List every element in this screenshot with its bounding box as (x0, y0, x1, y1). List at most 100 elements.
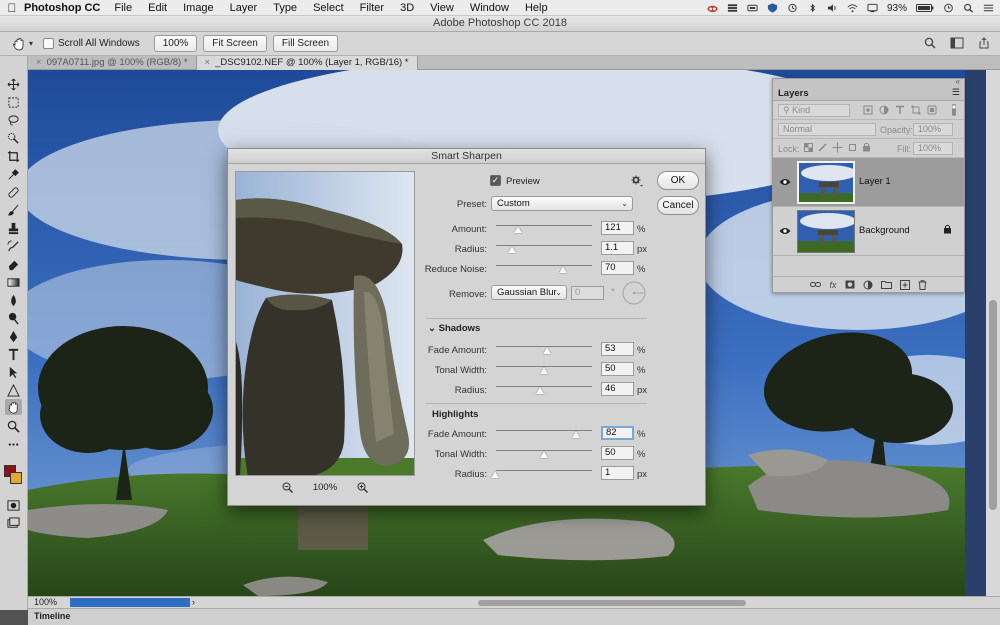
highlights-fade-input[interactable]: 82 (601, 426, 634, 440)
close-tab-icon[interactable]: × (36, 57, 42, 68)
gradient-tool-icon[interactable] (5, 274, 22, 290)
lock-artboard-icon[interactable] (848, 143, 857, 152)
reduce-noise-input[interactable]: 70 (601, 261, 634, 275)
menu-select[interactable]: Select (313, 2, 344, 14)
link-layers-icon[interactable] (810, 280, 822, 289)
blur-tool-icon[interactable] (5, 292, 22, 308)
shadows-section-toggle[interactable]: ⌄ Shadows (428, 323, 480, 334)
panel-menu-icon[interactable]: ☰ (952, 87, 960, 98)
angle-dial-icon[interactable] (622, 281, 646, 305)
app-menu[interactable]: Photoshop CC (24, 2, 100, 14)
marquee-tool-icon[interactable] (5, 94, 22, 110)
menu-image[interactable]: Image (183, 2, 214, 14)
menu-file[interactable]: File (114, 2, 132, 14)
angle-input[interactable]: 0 (571, 286, 604, 300)
settings-gear-icon[interactable] (631, 175, 643, 187)
display-icon[interactable] (867, 3, 878, 13)
highlights-tonal-input[interactable]: 50 (601, 446, 634, 460)
layer-name[interactable]: Background (859, 225, 910, 236)
wifi-icon[interactable] (847, 3, 858, 13)
spotlight-icon[interactable] (963, 3, 974, 13)
shape-tool-icon[interactable] (5, 382, 22, 398)
menu-layer[interactable]: Layer (230, 2, 258, 14)
layers-panel-title[interactable]: Layers (778, 88, 809, 99)
blend-mode-select[interactable]: Normal (778, 123, 876, 136)
hand-tool-icon[interactable] (12, 37, 26, 51)
highlights-tonal-slider-handle[interactable] (540, 451, 548, 458)
kind-filter-select[interactable]: ⚲ Kind (778, 104, 850, 117)
healing-brush-tool-icon[interactable] (5, 184, 22, 200)
quick-select-tool-icon[interactable] (5, 130, 22, 146)
creative-cloud-icon[interactable] (707, 3, 718, 13)
battery-icon[interactable] (916, 3, 934, 13)
filter-shape-icon[interactable] (911, 105, 921, 115)
menu-edit[interactable]: Edit (148, 2, 167, 14)
pen-tool-icon[interactable] (5, 328, 22, 344)
highlights-radius-slider[interactable] (496, 470, 592, 471)
new-layer-icon[interactable] (899, 279, 910, 290)
fit-screen-button[interactable]: Fit Screen (203, 35, 267, 52)
filter-pixel-icon[interactable] (863, 105, 873, 115)
shadows-tonal-input[interactable]: 50 (601, 362, 634, 376)
shadows-fade-slider-handle[interactable] (543, 347, 551, 354)
dodge-tool-icon[interactable] (5, 310, 22, 326)
hand-tool-icon[interactable] (5, 399, 22, 415)
cancel-button[interactable]: Cancel (657, 196, 699, 215)
adjustment-layer-icon[interactable] (863, 280, 873, 290)
stack-icon[interactable] (727, 3, 738, 13)
delete-layer-icon[interactable] (918, 279, 927, 290)
lock-all-icon[interactable] (862, 142, 871, 152)
timeline-panel-tab[interactable]: Timeline (28, 608, 1000, 625)
menu-filter[interactable]: Filter (360, 2, 384, 14)
highlights-fade-slider-handle[interactable] (572, 431, 580, 438)
tool-preset-caret-icon[interactable]: ▾ (29, 39, 33, 48)
preview-image[interactable] (235, 171, 415, 476)
drive-icon[interactable] (747, 3, 758, 13)
shield-icon[interactable] (767, 3, 778, 13)
new-group-icon[interactable] (880, 280, 892, 289)
quick-mask-icon[interactable] (5, 497, 22, 513)
menu-3d[interactable]: 3D (400, 2, 414, 14)
reduce-noise-slider[interactable] (496, 265, 592, 266)
clone-stamp-tool-icon[interactable] (5, 220, 22, 236)
status-menu-icon[interactable]: › (192, 597, 195, 608)
menu-type[interactable]: Type (273, 2, 297, 14)
reduce-noise-slider-handle[interactable] (559, 266, 567, 273)
scroll-thumb[interactable] (989, 300, 997, 510)
visibility-eye-icon[interactable] (779, 177, 791, 187)
apple-icon[interactable]:  (0, 1, 24, 15)
layer-lock-icon[interactable] (943, 224, 952, 234)
background-color-swatch[interactable] (10, 472, 22, 484)
visibility-eye-icon[interactable] (779, 226, 791, 236)
screen-mode-icon[interactable] (5, 515, 22, 531)
crop-tool-icon[interactable] (5, 148, 22, 164)
radius-input[interactable]: 1.1 (601, 241, 634, 255)
path-selection-tool-icon[interactable] (5, 364, 22, 380)
fill-screen-button[interactable]: Fill Screen (272, 35, 339, 52)
menu-help[interactable]: Help (525, 2, 548, 14)
close-tab-icon[interactable]: × (205, 57, 211, 68)
type-tool-icon[interactable] (5, 346, 22, 362)
shadows-tonal-slider-handle[interactable] (540, 367, 548, 374)
menu-window[interactable]: Window (470, 2, 509, 14)
filter-toggle-icon[interactable] (949, 104, 959, 116)
move-tool-icon[interactable] (5, 76, 22, 92)
panel-collapse-icon[interactable]: « (956, 77, 960, 86)
fx-icon[interactable]: fx (829, 280, 836, 290)
workspace-icon[interactable] (950, 37, 964, 49)
shadows-fade-input[interactable]: 53 (601, 342, 634, 356)
horizontal-scroll-thumb[interactable] (478, 600, 746, 606)
doc-tab-1[interactable]: × 097A0711.jpg @ 100% (RGB/8) * (28, 56, 197, 70)
filter-adjustment-icon[interactable] (879, 105, 889, 115)
lock-position-icon[interactable] (832, 142, 843, 153)
preset-select[interactable]: Custom ⌄ (491, 196, 633, 211)
clock-icon[interactable] (943, 3, 954, 13)
remove-select[interactable]: Gaussian Blur ⌄ (491, 285, 567, 300)
shadows-radius-slider[interactable] (496, 386, 592, 387)
control-center-icon[interactable] (983, 3, 994, 13)
layer-row-layer-1[interactable]: Layer 1 (773, 158, 964, 207)
opacity-input[interactable]: 100% (913, 123, 953, 136)
doc-tab-2[interactable]: × _DSC9102.NEF @ 100% (Layer 1, RGB/16) * (196, 56, 418, 70)
more-tools-icon[interactable] (5, 436, 22, 452)
share-icon[interactable] (978, 37, 990, 49)
